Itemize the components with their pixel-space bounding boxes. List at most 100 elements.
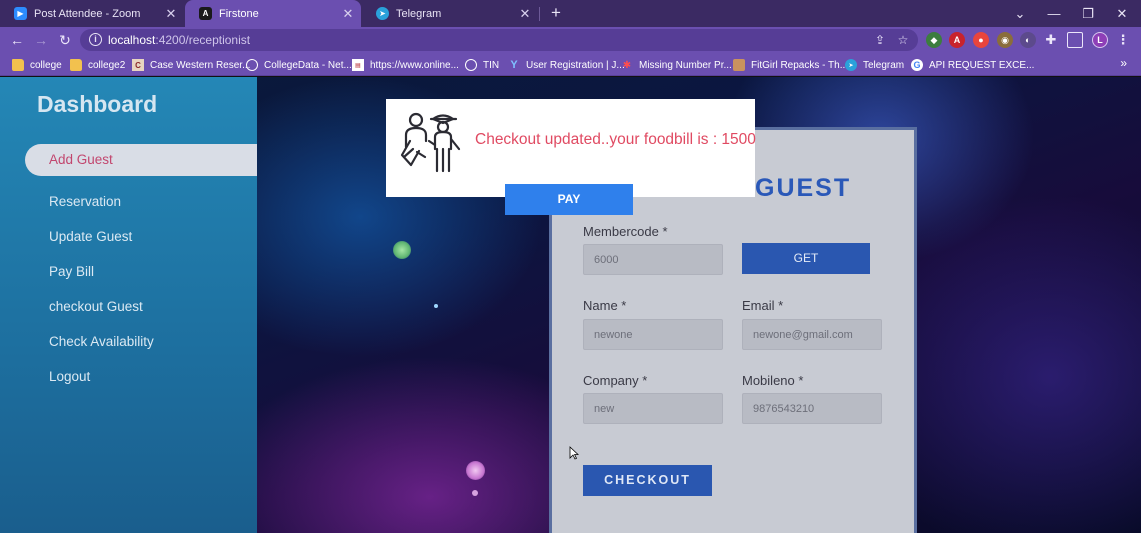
sidebar-item-update-guest[interactable]: Update Guest: [49, 229, 132, 244]
globe-icon: [246, 59, 258, 71]
bookmark-label: Telegram: [863, 59, 905, 71]
browser-toolbar: ← → ↻ i localhost:4200/receptionist ⇪ ☆ …: [0, 27, 1141, 53]
tab-firstone[interactable]: A Firstone ✕: [185, 0, 361, 27]
bug-icon: ✱: [622, 59, 632, 71]
pay-button[interactable]: PAY: [505, 184, 633, 215]
adobe-extension-icon[interactable]: A: [949, 32, 965, 48]
address-bar[interactable]: i localhost:4200/receptionist ⇪ ☆: [80, 29, 918, 51]
bookmark-label: Missing Number Pr...: [639, 59, 732, 71]
puzzle-icon[interactable]: ✚: [1043, 32, 1059, 48]
bookmark-api-request[interactable]: G API REQUEST EXCE...: [911, 57, 1034, 73]
close-icon[interactable]: ✕: [162, 6, 180, 22]
sidebar-item-label: Add Guest: [49, 152, 113, 167]
bookmark-label: Case Western Reser...: [150, 59, 251, 71]
sidebar-item-add-guest[interactable]: Add Guest: [25, 144, 257, 176]
site-info-icon[interactable]: i: [89, 33, 102, 46]
bookmark-label: https://www.online...: [370, 59, 459, 71]
record-extension-icon[interactable]: ●: [973, 32, 989, 48]
get-button[interactable]: GET: [742, 243, 870, 274]
traveler-with-luggage-icon: [400, 112, 461, 173]
browser-tab-strip: ▶ Post Attendee - Zoom ✕ A Firstone ✕ ➤ …: [0, 0, 1141, 27]
more-bookmarks-icon[interactable]: »: [1120, 56, 1127, 70]
window-close-icon[interactable]: ✕: [1105, 0, 1139, 27]
sidebar-item-logout[interactable]: Logout: [49, 369, 90, 384]
bookmark-star-icon[interactable]: ☆: [895, 32, 911, 48]
sidebar: Dashboard Add Guest Reservation Update G…: [0, 77, 257, 533]
light-orb-decoration: [466, 461, 485, 480]
light-orb-decoration: [393, 241, 411, 259]
bookmark-telegram[interactable]: ➤ Telegram: [845, 57, 904, 73]
bookmark-missing-number[interactable]: ✱ Missing Number Pr...: [621, 57, 732, 73]
fitgirl-icon: [733, 59, 745, 71]
profile-avatar[interactable]: L: [1092, 32, 1108, 48]
bookmark-case-western[interactable]: C Case Western Reser...: [132, 57, 250, 73]
side-panel-icon[interactable]: [1067, 32, 1083, 48]
bookmark-collegedata[interactable]: CollegeData - Net...: [246, 57, 352, 73]
owl-extension-icon[interactable]: ◉: [997, 32, 1013, 48]
email-input[interactable]: [742, 319, 882, 350]
mouse-cursor-icon: [569, 446, 579, 460]
membercode-input[interactable]: [583, 244, 723, 275]
close-icon[interactable]: ✕: [516, 6, 534, 22]
tab-title: Post Attendee - Zoom: [34, 7, 141, 20]
google-icon: G: [911, 59, 923, 71]
tab-search-icon[interactable]: ⌄: [1003, 0, 1037, 27]
tab-title: Firstone: [219, 7, 259, 20]
checkout-button[interactable]: CHECKOUT: [583, 465, 712, 496]
new-tab-button[interactable]: +: [546, 3, 566, 23]
folder-icon: [70, 59, 82, 71]
folder-icon: [12, 59, 24, 71]
y-icon: Y: [510, 59, 518, 71]
bookmark-label: TIN: [483, 59, 500, 71]
tab-title: Telegram: [396, 7, 442, 20]
alert-message: Checkout updated..your foodbill is : 150…: [475, 131, 756, 148]
company-input[interactable]: [583, 393, 723, 424]
sidebar-item-reservation[interactable]: Reservation: [49, 194, 121, 209]
globe-icon: [465, 59, 477, 71]
minimize-icon[interactable]: —: [1037, 0, 1071, 27]
membercode-label: Membercode *: [583, 224, 668, 239]
sidebar-item-pay-bill[interactable]: Pay Bill: [49, 264, 94, 279]
menu-kebab-icon[interactable]: ⋮: [1115, 32, 1131, 48]
maximize-icon[interactable]: ❐: [1071, 0, 1105, 27]
url-path: :4200/receptionist: [155, 33, 251, 47]
extension-icon[interactable]: ◆: [926, 32, 942, 48]
back-icon[interactable]: ←: [7, 30, 27, 50]
mobile-label: Mobileno *: [742, 373, 804, 388]
bookmark-online[interactable]: ▤ https://www.online...: [352, 57, 459, 73]
bookmark-user-registration[interactable]: Y User Registration | J...: [508, 57, 625, 73]
sidebar-title: Dashboard: [37, 91, 158, 117]
light-dot-decoration: [472, 490, 478, 496]
forward-icon[interactable]: →: [31, 30, 51, 50]
email-label: Email *: [742, 298, 784, 313]
reload-icon[interactable]: ↻: [55, 30, 75, 50]
close-icon[interactable]: ✕: [339, 6, 357, 22]
share-icon[interactable]: ⇪: [872, 32, 888, 48]
url-text: localhost:4200/receptionist: [108, 33, 250, 47]
sidebar-item-check-availability[interactable]: Check Availability: [49, 334, 154, 349]
tab-telegram[interactable]: ➤ Telegram ✕: [362, 0, 538, 27]
bookmark-fitgirl[interactable]: FitGirl Repacks - Th...: [733, 57, 848, 73]
telegram-icon: ➤: [376, 7, 389, 20]
mobile-input[interactable]: [742, 393, 882, 424]
tab-zoom[interactable]: ▶ Post Attendee - Zoom ✕: [0, 0, 184, 27]
angular-icon: A: [199, 7, 212, 20]
bookmark-college2[interactable]: college2: [70, 57, 125, 73]
bookmark-tin[interactable]: TIN: [465, 57, 499, 73]
cwru-icon: C: [132, 59, 144, 71]
sidebar-item-checkout-guest[interactable]: checkout Guest: [49, 299, 143, 314]
bookmark-label: API REQUEST EXCE...: [929, 59, 1035, 71]
page-viewport: Dashboard Add Guest Reservation Update G…: [0, 77, 1141, 533]
name-label: Name *: [583, 298, 627, 313]
url-host: localhost: [108, 33, 156, 47]
bookmarks-bar: college college2 C Case Western Reser... …: [0, 53, 1141, 76]
name-input[interactable]: [583, 319, 723, 350]
bookmark-college[interactable]: college: [12, 57, 62, 73]
light-dot-decoration: [434, 304, 438, 308]
dark-extension-icon[interactable]: ◐: [1020, 32, 1036, 48]
form-heading: GUEST: [755, 174, 852, 202]
tab-separator: [539, 7, 540, 21]
bookmark-label: User Registration | J...: [526, 59, 625, 71]
bookmark-label: college: [30, 59, 62, 71]
checkout-alert-dialog: Checkout updated..your foodbill is : 150…: [386, 99, 756, 197]
